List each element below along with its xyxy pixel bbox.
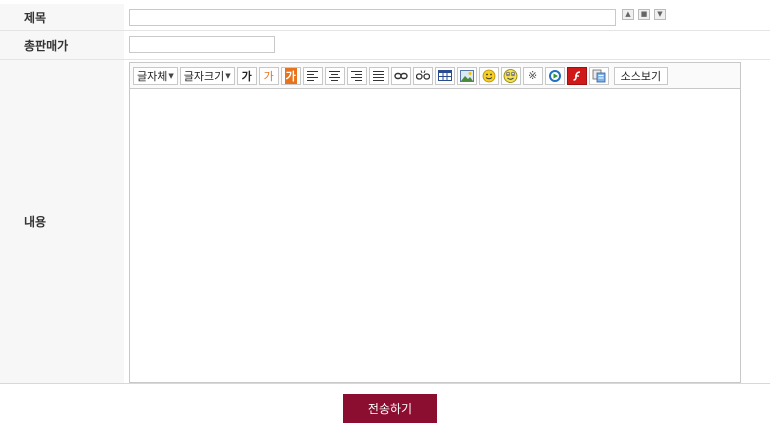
table-button[interactable] <box>434 66 455 85</box>
special-char-button[interactable]: ※ <box>522 66 543 85</box>
font-size-label: 글자크기 <box>183 69 225 83</box>
flash-button[interactable] <box>566 66 587 85</box>
bold-icon: 가 <box>241 69 252 83</box>
flash-icon <box>573 70 580 81</box>
title-resize-controls: ▲ ■ ▼ <box>622 9 666 20</box>
align-center-button[interactable] <box>324 66 345 85</box>
content-row: 내용 글자체 ▼ 글자크기 ▼ 가 가 가 ※ 소스보기 <box>0 60 770 384</box>
align-justify-icon <box>373 70 385 81</box>
editor-content-area[interactable] <box>130 89 740 382</box>
align-left-icon <box>307 70 319 81</box>
title-label: 제목 <box>0 4 124 30</box>
align-right-button[interactable] <box>346 66 367 85</box>
title-row: 제목 ▲ ■ ▼ <box>0 4 770 31</box>
emoticon-icon <box>482 69 496 82</box>
rich-text-editor: 글자체 ▼ 글자크기 ▼ 가 가 가 ※ 소스보기 <box>129 62 741 383</box>
special-char-icon: ※ <box>528 69 538 82</box>
editor-toolbar: 글자체 ▼ 글자크기 ▼ 가 가 가 ※ 소스보기 <box>130 63 740 89</box>
fore-color-icon: 가 <box>263 69 274 83</box>
price-label: 총판매가 <box>0 31 124 59</box>
link-button[interactable] <box>390 66 411 85</box>
align-justify-button[interactable] <box>368 66 389 85</box>
align-left-button[interactable] <box>302 66 323 85</box>
font-size-dropdown[interactable]: 글자크기 ▼ <box>179 66 235 85</box>
price-input[interactable] <box>129 36 275 53</box>
emoticon2-button[interactable] <box>500 66 521 85</box>
align-right-icon <box>351 70 363 81</box>
image-icon <box>459 69 474 82</box>
price-row: 총판매가 <box>0 31 770 60</box>
paste-button[interactable] <box>588 66 609 85</box>
submit-button[interactable]: 전송하기 <box>343 394 437 423</box>
media-button[interactable] <box>544 66 565 85</box>
emoticon-button[interactable] <box>478 66 499 85</box>
bold-button[interactable]: 가 <box>236 66 257 85</box>
font-family-dropdown[interactable]: 글자체 ▼ <box>133 66 178 85</box>
increase-icon[interactable]: ▲ <box>622 9 634 20</box>
fore-color-button[interactable]: 가 <box>258 66 279 85</box>
reset-icon[interactable]: ■ <box>638 9 650 20</box>
unlink-button[interactable] <box>412 66 433 85</box>
table-icon <box>437 70 452 81</box>
title-input[interactable] <box>129 9 616 26</box>
decrease-icon[interactable]: ▼ <box>654 9 666 20</box>
paste-icon <box>592 69 606 82</box>
source-view-button[interactable]: 소스보기 <box>613 66 669 85</box>
unlink-icon <box>415 69 430 80</box>
font-family-label: 글자체 <box>137 69 168 83</box>
back-color-button[interactable]: 가 <box>280 66 301 85</box>
media-icon <box>548 69 561 82</box>
chevron-down-icon: ▼ <box>225 71 231 80</box>
content-label: 내용 <box>0 60 124 383</box>
chevron-down-icon: ▼ <box>168 71 174 80</box>
back-color-icon: 가 <box>284 67 297 84</box>
emoticon2-icon <box>503 69 518 83</box>
link-icon <box>393 72 408 79</box>
image-button[interactable] <box>456 66 477 85</box>
align-center-icon <box>329 70 341 81</box>
